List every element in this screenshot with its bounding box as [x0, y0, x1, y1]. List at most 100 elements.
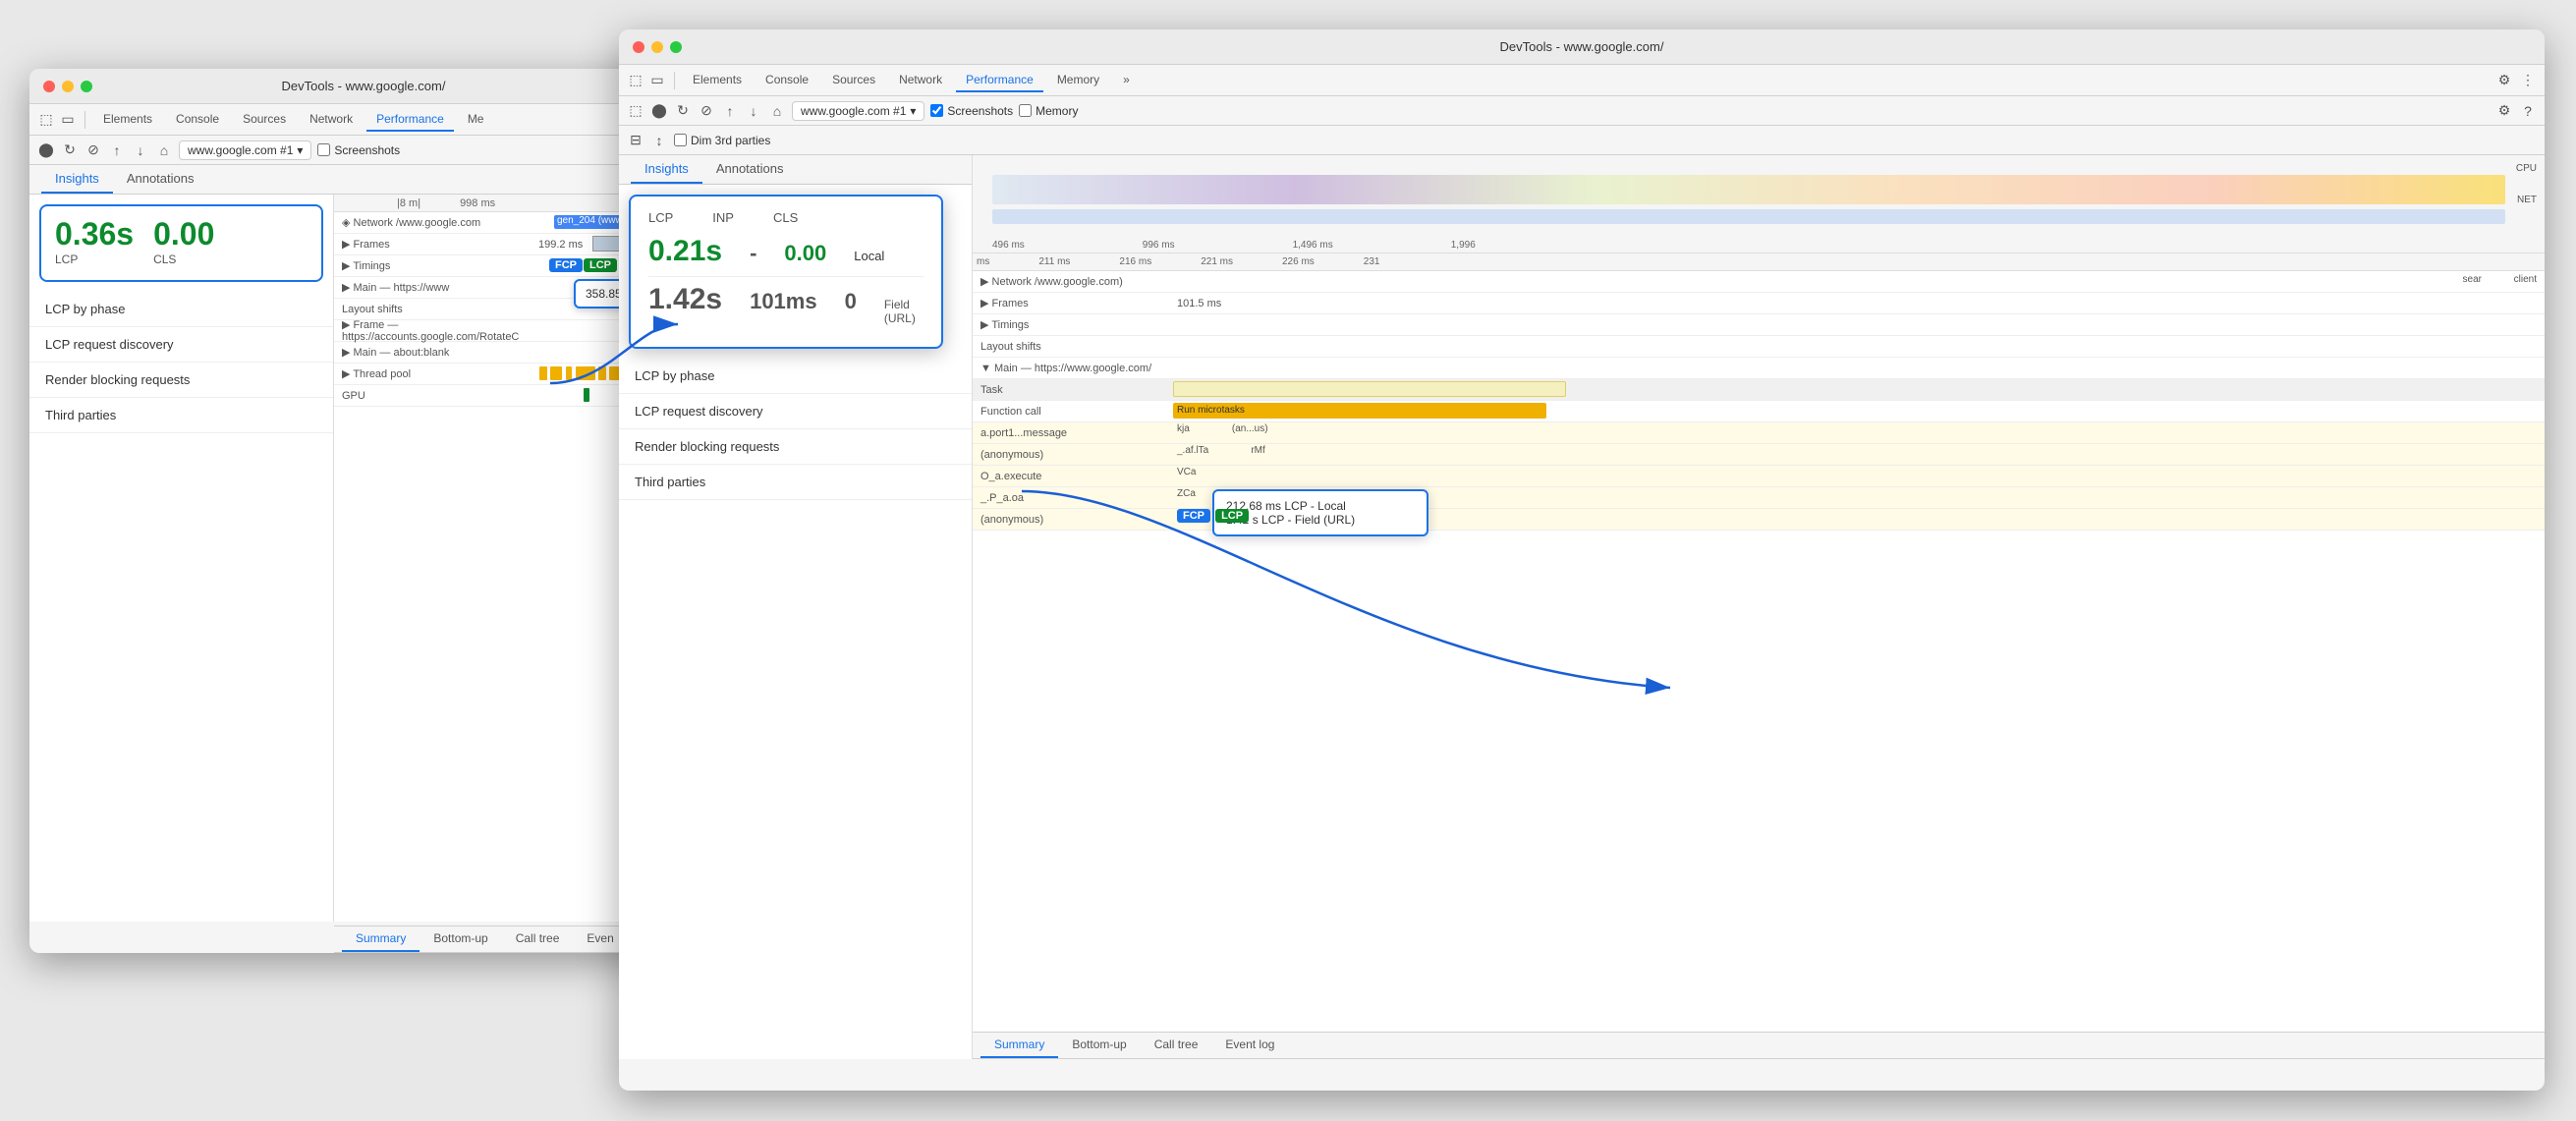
tab-memory-front[interactable]: Memory [1047, 69, 1109, 92]
track-layout-front: Layout shifts [973, 336, 2545, 358]
sidebar-lcp-phase-back[interactable]: LCP by phase [29, 292, 333, 327]
insights-tabs-back: Insights Annotations [29, 165, 698, 195]
titlebar-back: DevTools - www.google.com/ [29, 69, 698, 104]
download-icon-front[interactable]: ↓ [745, 102, 762, 120]
annotations-tab-back[interactable]: Annotations [113, 165, 208, 194]
maximize-button-back[interactable] [81, 81, 92, 92]
metrics-popup-front: LCP INP CLS 0.21s - 0.00 Local 1.42s 101… [629, 195, 943, 349]
window-title-back: DevTools - www.google.com/ [282, 79, 446, 93]
toolbar2-right-front: ⚙ ? [2495, 102, 2537, 120]
bottom-tabs-front: Summary Bottom-up Call tree Event log [973, 1032, 2545, 1059]
tab-network-back[interactable]: Network [300, 108, 363, 132]
close-button-back[interactable] [43, 81, 55, 92]
sidebar-third-parties-back[interactable]: Third parties [29, 398, 333, 433]
screenshots-checkbox-front[interactable]: Screenshots [930, 104, 1013, 118]
upload2-icon-front[interactable]: ↕ [650, 132, 668, 149]
ruler-labels-front: 496 ms 996 ms 1,496 ms 1,996 [992, 240, 1476, 251]
reload-icon-front[interactable]: ↻ [674, 102, 692, 120]
function-bar: Run microtasks [1173, 403, 1546, 419]
settings2-icon-front[interactable]: ⚙ [2495, 102, 2513, 120]
toolbar-front: ⬚ ▭ Elements Console Sources Network Per… [619, 65, 2545, 96]
cursor-icon[interactable]: ⬚ [37, 111, 55, 129]
settings-icon-front[interactable]: ⚙ [2495, 72, 2513, 89]
maximize-button-front[interactable] [670, 41, 682, 53]
minimize-button-front[interactable] [651, 41, 663, 53]
sidebar-render-back[interactable]: Render blocking requests [29, 363, 333, 398]
tab-performance-back[interactable]: Performance [366, 108, 454, 132]
tab-bottomup-front[interactable]: Bottom-up [1058, 1033, 1140, 1058]
sidebar-render-front[interactable]: Render blocking requests [619, 429, 972, 465]
more-icon-front[interactable]: ⋮ [2519, 72, 2537, 89]
device-icon[interactable]: ▭ [59, 111, 77, 129]
tab-eventlog-front[interactable]: Event log [1211, 1033, 1288, 1058]
task-bar [1173, 381, 1566, 397]
time-labels-front: ms 211 ms 216 ms 221 ms 226 ms 231 [973, 253, 2545, 271]
minimize-button-back[interactable] [62, 81, 74, 92]
home-icon-back[interactable]: ⌂ [155, 141, 173, 159]
home-icon-front[interactable]: ⌂ [768, 102, 786, 120]
url-select-back[interactable]: www.google.com #1 ▾ [179, 140, 311, 160]
sidebar-third-parties-front[interactable]: Third parties [619, 465, 972, 500]
tab-elements-back[interactable]: Elements [93, 108, 162, 132]
timeline-overview-front: CPU NET 496 ms 996 ms 1,496 ms 1,996 [973, 155, 2545, 253]
main-content-front: Insights Annotations LCP INP CLS 0.21s -… [619, 155, 2545, 1059]
timeline-panel-front: CPU NET 496 ms 996 ms 1,496 ms 1,996 ms … [973, 155, 2545, 1059]
upload-icon-front[interactable]: ↑ [721, 102, 739, 120]
tab-calltree-front[interactable]: Call tree [1141, 1033, 1212, 1058]
track-task-front: Task [973, 379, 2545, 401]
stop-icon-back[interactable]: ⊘ [84, 141, 102, 159]
devtools-window-back: DevTools - www.google.com/ ⬚ ▭ Elements … [29, 69, 698, 953]
sidebar-lcp-request-front[interactable]: LCP request discovery [619, 394, 972, 429]
upload-icon-back[interactable]: ↑ [108, 141, 126, 159]
tab-performance-front[interactable]: Performance [956, 69, 1043, 92]
annotations-tab-front[interactable]: Annotations [702, 155, 798, 184]
sidebar-lcp-phase-front[interactable]: LCP by phase [619, 359, 972, 394]
toolbar-back: ⬚ ▭ Elements Console Sources Network Per… [29, 104, 698, 136]
tab-sources-back[interactable]: Sources [233, 108, 296, 132]
inspect-icon-front[interactable]: ⬚ [627, 102, 644, 120]
screenshots-checkbox-back[interactable]: Screenshots [317, 143, 400, 157]
track-poa-front: _.P_a.oa ZCa 212.68 ms LCP - Local 1.42 … [973, 487, 2545, 509]
metrics-box-back: 0.36s LCP 0.00 CLS [39, 204, 323, 282]
url-select-front[interactable]: www.google.com #1 ▾ [792, 101, 924, 121]
window-title-front: DevTools - www.google.com/ [1500, 39, 1664, 54]
close-button-front[interactable] [633, 41, 644, 53]
reload-icon-back[interactable]: ↻ [61, 141, 79, 159]
cursor-icon-front[interactable]: ⬚ [627, 72, 644, 89]
fcp-badge-front: FCP [1177, 509, 1210, 523]
track-main-google-front: ▼ Main — https://www.google.com/ [973, 358, 2545, 379]
tab-me-back[interactable]: Me [458, 108, 494, 132]
download-icon-back[interactable]: ↓ [132, 141, 149, 159]
lcp-badge-front: LCP [1215, 509, 1249, 523]
fcp-badge-back: FCP [549, 258, 583, 272]
traffic-lights-front [633, 41, 682, 53]
dim-parties-checkbox[interactable]: Dim 3rd parties [674, 134, 770, 147]
tab-more-front[interactable]: » [1113, 69, 1140, 92]
tab-network-front[interactable]: Network [889, 69, 952, 92]
track-timings-front: ▶ Timings [973, 314, 2545, 336]
tab-elements-front[interactable]: Elements [683, 69, 752, 92]
sidebar-lcp-request-back[interactable]: LCP request discovery [29, 327, 333, 363]
stop-icon-front[interactable]: ⊘ [698, 102, 715, 120]
tab-console-back[interactable]: Console [166, 108, 229, 132]
metrics-local-row: 0.21s - 0.00 Local [648, 235, 924, 268]
main-content-back: 0.36s LCP 0.00 CLS LCP by phase LCP requ… [29, 195, 698, 922]
tab-summary-front[interactable]: Summary [980, 1033, 1058, 1058]
track-anonymous2-front: (anonymous) FCP LCP [973, 509, 2545, 531]
cpu-label-front: CPU [2516, 163, 2537, 174]
insights-tab-front[interactable]: Insights [631, 155, 702, 184]
device-icon-front[interactable]: ▭ [648, 72, 666, 89]
record-icon-back[interactable]: ⬤ [37, 141, 55, 159]
memory-checkbox-front[interactable]: Memory [1019, 104, 1078, 118]
record-icon-front[interactable]: ⬤ [650, 102, 668, 120]
tab-console-front[interactable]: Console [756, 69, 818, 92]
toolbar2-front: ⬚ ⬤ ↻ ⊘ ↑ ↓ ⌂ www.google.com #1 ▾ Screen… [619, 96, 2545, 126]
lock-icon-front[interactable]: ⊟ [627, 132, 644, 149]
track-function-front: Function call Run microtasks [973, 401, 2545, 422]
help-icon-front[interactable]: ? [2519, 102, 2537, 120]
insights-tab-back[interactable]: Insights [41, 165, 113, 194]
tab-sources-front[interactable]: Sources [822, 69, 885, 92]
insights-panel-front: Insights Annotations LCP INP CLS 0.21s -… [619, 155, 973, 1059]
metrics-popup-header: LCP INP CLS [648, 210, 924, 225]
sep1 [84, 111, 85, 129]
